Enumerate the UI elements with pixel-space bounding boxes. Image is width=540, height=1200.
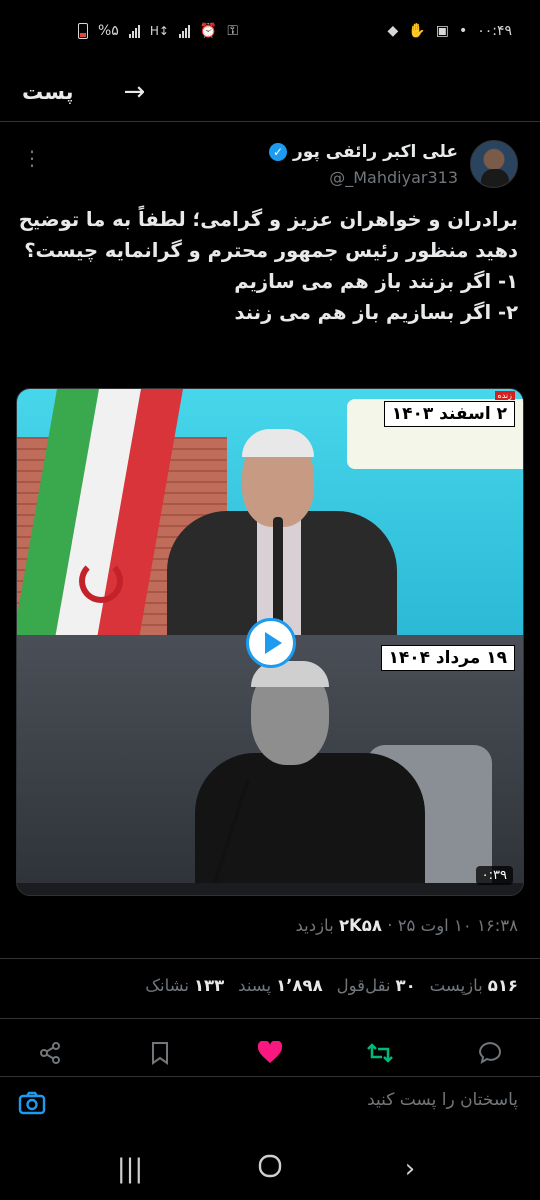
like-button[interactable] xyxy=(256,1039,284,1067)
signal-2-icon xyxy=(178,24,190,38)
more-options-icon[interactable]: ⋮ xyxy=(22,148,42,168)
recent-apps-icon[interactable]: ||| xyxy=(110,1154,150,1184)
divider xyxy=(0,1076,540,1077)
post-meta: ۱۶:۳۸ ۱۰ اوت ۲۵ · ۲K۵۸ بازدید xyxy=(295,916,518,935)
heart-icon xyxy=(257,1041,283,1063)
author-handle[interactable]: @_Mahdiyar313 xyxy=(329,168,458,187)
post-text-line: دهید منظور رئیس جمهور محترم و گرانمایه چ… xyxy=(24,239,518,262)
date-label-top: ۲ اسفند ۱۴۰۳ xyxy=(383,401,515,427)
more-dots-icon: • xyxy=(458,23,468,39)
likes-count: ۱٬۸۹۸ xyxy=(276,976,323,995)
avatar[interactable] xyxy=(470,140,518,188)
share-icon xyxy=(40,1042,60,1064)
key-icon: ⚿ xyxy=(227,23,238,39)
hand-icon: ✋ xyxy=(408,23,426,39)
alarm-icon: ⏰ xyxy=(199,23,218,39)
quotes-count: ۳۰ xyxy=(395,976,416,995)
post-text: برادران و خواهران عزیز و گرامی؛ لطفاً به… xyxy=(18,204,518,328)
reply-input[interactable]: پاسختان را پست کنید xyxy=(367,1090,518,1110)
repost-icon xyxy=(367,1043,393,1063)
signal-icon xyxy=(128,24,140,38)
page-title: پست xyxy=(22,79,74,104)
share-button[interactable] xyxy=(36,1039,64,1067)
flag-emblem xyxy=(79,559,123,603)
post-stats: ۵۱۶بازپست ۳۰نقل‌قول ۱٬۸۹۸پسند ۱۳۳نشانک xyxy=(145,976,518,995)
reposts-count: ۵۱۶ xyxy=(487,976,518,995)
back-nav-icon[interactable]: › xyxy=(390,1154,430,1184)
comment-icon xyxy=(478,1042,502,1065)
video-frame-bottom: ۱۹ مرداد ۱۴۰۴ ۰:۳۹ xyxy=(17,635,523,895)
divider xyxy=(0,958,540,959)
camera-button[interactable] xyxy=(18,1090,46,1120)
home-button[interactable] xyxy=(250,1153,290,1186)
bookmark-icon xyxy=(152,1042,168,1065)
verified-badge-icon[interactable]: ✓ xyxy=(269,143,287,161)
divider xyxy=(0,1018,540,1019)
post-author: علی اکبر رائفی پور ✓ @_Mahdiyar313 ⋮ xyxy=(0,138,540,196)
reposts-label: بازپست xyxy=(429,976,483,995)
battery-percent: %۵ xyxy=(98,23,119,39)
play-icon xyxy=(265,632,282,654)
quotes-label: نقل‌قول xyxy=(336,976,391,995)
notification-icon: ▣ xyxy=(435,23,449,39)
date-label-bottom: ۱۹ مرداد ۱۴۰۴ xyxy=(380,645,515,671)
author-name[interactable]: علی اکبر رائفی پور xyxy=(293,142,458,162)
likes-stat[interactable]: ۱٬۸۹۸پسند xyxy=(238,976,323,995)
post-timestamp: ۱۶:۳۸ ۱۰ اوت ۲۵ xyxy=(397,916,518,935)
shield-icon: ◆ xyxy=(387,23,399,39)
reply-bar: پاسختان را پست کنید xyxy=(0,1084,540,1124)
play-button[interactable] xyxy=(246,618,296,668)
status-time: ۰۰:۴۹ xyxy=(477,23,512,39)
top-bar: → پست xyxy=(0,62,540,122)
repost-button[interactable] xyxy=(366,1039,394,1067)
bookmarks-count: ۱۳۳ xyxy=(193,976,225,995)
post-text-line: ۲- اگر بسازیم باز هم می زنند xyxy=(234,301,518,324)
home-icon xyxy=(258,1154,282,1177)
post-text-line: برادران و خواهران عزیز و گرامی؛ لطفاً به… xyxy=(18,208,518,231)
reposts-stat[interactable]: ۵۱۶بازپست xyxy=(430,976,518,995)
bookmarks-label: نشانک xyxy=(145,976,189,995)
author-name-line: علی اکبر رائفی پور ✓ xyxy=(269,142,458,162)
reply-button[interactable] xyxy=(476,1039,504,1067)
views-label: بازدید xyxy=(295,916,334,935)
action-bar xyxy=(0,1034,540,1072)
status-bar: %۵ H↕ ⏰ ⚿ ◆ ✋ ▣ • ۰۰:۴۹ xyxy=(0,0,540,62)
back-arrow-icon[interactable]: → xyxy=(124,77,146,107)
status-left: %۵ H↕ ⏰ ⚿ xyxy=(78,23,238,39)
likes-label: پسند xyxy=(238,976,272,995)
data-icon: H↕ xyxy=(149,24,169,38)
video-duration: ۰:۳۹ xyxy=(475,866,513,885)
post-text-line: ۱- اگر بزنند باز هم می سازیم xyxy=(234,270,518,293)
status-right: ◆ ✋ ▣ • ۰۰:۴۹ xyxy=(387,23,512,39)
video-frame-top: زنده ۲ اسفند ۱۴۰۳ xyxy=(17,389,523,635)
system-nav-bar: ||| › xyxy=(0,1138,540,1200)
live-tag: زنده xyxy=(494,391,515,400)
bookmarks-stat[interactable]: ۱۳۳نشانک xyxy=(145,976,224,995)
battery-icon xyxy=(78,23,88,39)
views-count[interactable]: ۲K۵۸ xyxy=(339,916,382,935)
video-media[interactable]: زنده ۲ اسفند ۱۴۰۳ ۱۹ مرداد ۱۴۰۴ ۰:۳۹ xyxy=(16,388,524,896)
desk xyxy=(17,883,523,895)
quotes-stat[interactable]: ۳۰نقل‌قول xyxy=(337,976,416,995)
meta-separator: · xyxy=(387,916,393,935)
camera-icon xyxy=(18,1091,46,1115)
bookmark-button[interactable] xyxy=(146,1039,174,1067)
